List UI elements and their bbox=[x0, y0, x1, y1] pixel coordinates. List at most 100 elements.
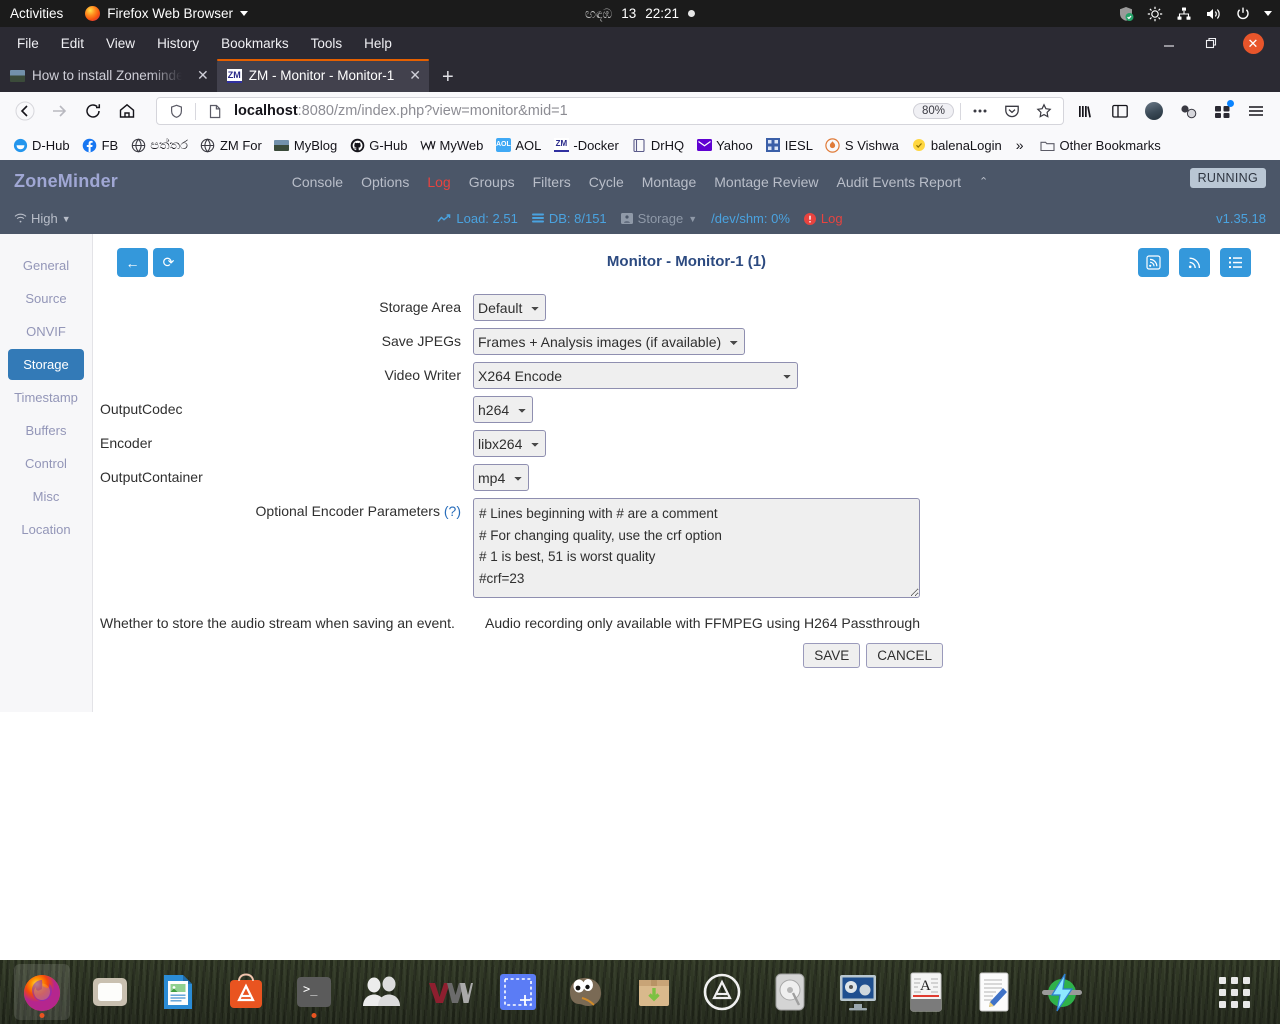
sidebar-item-buffers[interactable]: Buffers bbox=[8, 415, 84, 446]
restore-button[interactable] bbox=[1190, 28, 1232, 58]
dock-item-gimp[interactable] bbox=[558, 964, 614, 1020]
bookmark-myblog[interactable]: MyBlog bbox=[268, 134, 343, 156]
clock-button[interactable]: ඟඳඹ 13 22:21 bbox=[585, 6, 696, 22]
menu-view[interactable]: View bbox=[95, 32, 146, 55]
bookmark-d-hub[interactable]: D-Hub bbox=[6, 134, 76, 156]
optional-encoder-parameters-textarea[interactable]: # Lines beginning with # are a comment #… bbox=[473, 498, 920, 598]
dock-item-etcher[interactable] bbox=[1034, 964, 1090, 1020]
back-icon[interactable] bbox=[8, 96, 42, 126]
bookmark-zm-docker[interactable]: ZM -Docker bbox=[547, 134, 625, 156]
menu-history[interactable]: History bbox=[146, 32, 210, 55]
dock-item-firefox[interactable] bbox=[14, 964, 70, 1020]
video-writer-select[interactable]: X264 Encode bbox=[473, 362, 798, 389]
bookmarks-overflow-icon[interactable]: » bbox=[1008, 137, 1032, 153]
zm-brand-logo[interactable]: ZoneMinder bbox=[14, 171, 118, 192]
stat-storage[interactable]: Storage ▼ bbox=[620, 211, 697, 226]
dock-item-ubuntu-amazon[interactable] bbox=[694, 964, 750, 1020]
close-tab-icon[interactable]: ✕ bbox=[401, 67, 421, 84]
bandwidth-selector[interactable]: High ▼ bbox=[14, 211, 71, 226]
network-icon[interactable] bbox=[1176, 6, 1192, 22]
bookmark-fb[interactable]: FB bbox=[76, 134, 125, 156]
addons-icon[interactable] bbox=[1206, 96, 1238, 126]
status-badge[interactable]: RUNNING bbox=[1189, 168, 1266, 188]
bookmark-aol[interactable]: AOL AOL bbox=[489, 134, 547, 156]
nav-groups[interactable]: Groups bbox=[469, 174, 515, 190]
library-icon[interactable] bbox=[1070, 96, 1102, 126]
encoder-select[interactable]: libx264 bbox=[473, 430, 546, 457]
output-container-select[interactable]: mp4 bbox=[473, 464, 529, 491]
save-button[interactable]: SAVE bbox=[803, 643, 861, 668]
dock-item-archive-manager[interactable] bbox=[626, 964, 682, 1020]
sidebar-item-timestamp[interactable]: Timestamp bbox=[8, 382, 84, 413]
bookmark-pathara[interactable]: පත්තර bbox=[124, 134, 194, 156]
bookmark-star-icon[interactable] bbox=[1031, 99, 1057, 123]
stat-db[interactable]: DB: 8/151 bbox=[531, 211, 607, 226]
dock-item-text-editor[interactable] bbox=[966, 964, 1022, 1020]
output-codec-select[interactable]: h264 bbox=[473, 396, 533, 423]
dock-item-screenshot[interactable] bbox=[490, 964, 546, 1020]
show-applications-button[interactable] bbox=[1219, 976, 1250, 1008]
brightness-icon[interactable] bbox=[1147, 6, 1163, 22]
nav-console[interactable]: Console bbox=[292, 174, 343, 190]
dock-item-files[interactable] bbox=[82, 964, 138, 1020]
nav-montage-review[interactable]: Montage Review bbox=[714, 174, 818, 190]
refresh-button[interactable]: ⟳ bbox=[153, 248, 184, 277]
save-jpegs-select[interactable]: Frames + Analysis images (if available) bbox=[473, 328, 745, 355]
sidebar-item-location[interactable]: Location bbox=[8, 514, 84, 545]
ellipsis-icon[interactable] bbox=[967, 99, 993, 123]
nav-options[interactable]: Options bbox=[361, 174, 409, 190]
minimize-button[interactable] bbox=[1148, 28, 1190, 58]
dock-item-fonts[interactable]: A bbox=[898, 964, 954, 1020]
bookmark-g-hub[interactable]: G-Hub bbox=[343, 134, 413, 156]
shield-icon[interactable] bbox=[163, 99, 189, 123]
pocket-icon[interactable] bbox=[999, 99, 1025, 123]
account-avatar-icon[interactable] bbox=[1138, 96, 1170, 126]
nav-filters[interactable]: Filters bbox=[533, 174, 571, 190]
dock-item-terminal[interactable]: >_ bbox=[286, 964, 342, 1020]
zoom-level-indicator[interactable]: 80% bbox=[912, 103, 954, 119]
storage-area-select[interactable]: Default bbox=[473, 294, 546, 321]
sidebar-item-control[interactable]: Control bbox=[8, 448, 84, 479]
forward-icon[interactable] bbox=[42, 96, 76, 126]
sidebar-item-misc[interactable]: Misc bbox=[8, 481, 84, 512]
rss-box-icon[interactable] bbox=[1138, 248, 1169, 277]
bookmark-iesl[interactable]: IESL bbox=[759, 134, 819, 156]
cancel-button[interactable]: CANCEL bbox=[866, 643, 943, 668]
stat-shm[interactable]: /dev/shm: 0% bbox=[711, 211, 790, 226]
bookmark-myweb[interactable]: MyWeb bbox=[414, 134, 490, 156]
app-menu-button[interactable]: Firefox Web Browser bbox=[77, 6, 256, 21]
reload-icon[interactable] bbox=[76, 96, 110, 126]
menu-file[interactable]: File bbox=[6, 32, 50, 55]
tab-how-to-install-zoneminder[interactable]: How to install Zoneminder ✕ bbox=[0, 59, 217, 92]
home-icon[interactable] bbox=[110, 96, 144, 126]
nav-log[interactable]: Log bbox=[427, 174, 450, 190]
help-icon[interactable]: (?) bbox=[444, 503, 461, 519]
hamburger-menu-icon[interactable] bbox=[1240, 96, 1272, 126]
list-icon[interactable] bbox=[1220, 248, 1251, 277]
shield-ok-icon[interactable] bbox=[1118, 6, 1134, 22]
sidebar-item-source[interactable]: Source bbox=[8, 283, 84, 314]
nav-audit-events-report[interactable]: Audit Events Report bbox=[837, 174, 962, 190]
menu-edit[interactable]: Edit bbox=[50, 32, 95, 55]
dock-item-users[interactable] bbox=[354, 964, 410, 1020]
sidebar-item-storage[interactable]: Storage bbox=[8, 349, 84, 380]
nav-montage[interactable]: Montage bbox=[642, 174, 696, 190]
stat-load[interactable]: Load: 2.51 bbox=[437, 211, 518, 226]
nav-cycle[interactable]: Cycle bbox=[589, 174, 624, 190]
dock-item-disks[interactable] bbox=[762, 964, 818, 1020]
reader-sidebar-icon[interactable] bbox=[1104, 96, 1136, 126]
dock-item-video-player[interactable] bbox=[830, 964, 886, 1020]
dock-item-libreoffice-writer[interactable] bbox=[150, 964, 206, 1020]
back-button[interactable]: ← bbox=[117, 248, 148, 277]
url-bar[interactable]: localhost:8080/zm/index.php?view=monitor… bbox=[156, 97, 1064, 125]
dock-item-ubuntu-software[interactable] bbox=[218, 964, 274, 1020]
stat-log[interactable]: Log bbox=[803, 211, 843, 226]
tab-zm-monitor[interactable]: ZM ZM - Monitor - Monitor-1 ✕ bbox=[216, 59, 430, 92]
bookmark-yahoo[interactable]: Yahoo bbox=[690, 134, 759, 156]
menu-tools[interactable]: Tools bbox=[300, 32, 354, 55]
other-bookmarks-folder[interactable]: Other Bookmarks bbox=[1034, 134, 1167, 156]
dock-item-vmware[interactable] bbox=[422, 964, 478, 1020]
sidebar-item-general[interactable]: General bbox=[8, 250, 84, 281]
activities-button[interactable]: Activities bbox=[0, 6, 77, 21]
bookmark-balena-login[interactable]: balenaLogin bbox=[905, 134, 1008, 156]
